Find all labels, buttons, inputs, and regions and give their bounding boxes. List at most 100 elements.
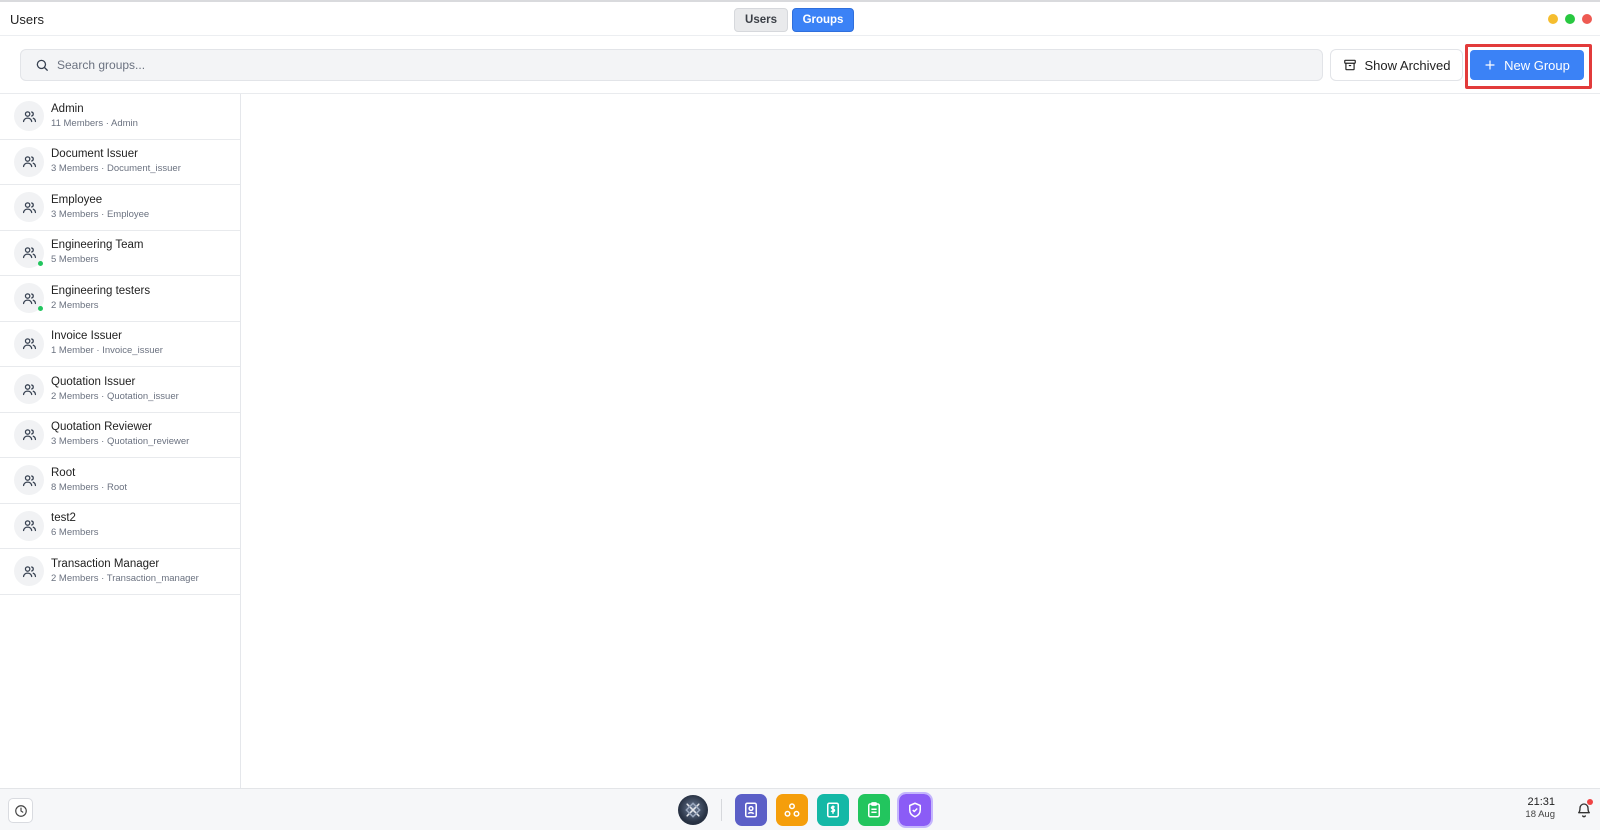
contacts-app-icon[interactable]: [735, 794, 767, 826]
search-icon: [36, 59, 48, 71]
taskbar: 21:31 18 Aug: [0, 788, 1600, 830]
clipboard-app-icon[interactable]: [858, 794, 890, 826]
tab-users[interactable]: Users: [734, 8, 788, 32]
group-name: Transaction Manager: [51, 557, 160, 570]
online-indicator: [38, 306, 43, 312]
dock: [678, 792, 933, 828]
group-list-item[interactable]: Document Issuer 3 Members · Document_issu…: [0, 140, 240, 185]
show-archived-button[interactable]: Show Archived: [1330, 49, 1463, 81]
users-icon: [22, 336, 37, 351]
clock[interactable]: 21:31 18 Aug: [1517, 796, 1555, 821]
maximize-button[interactable]: [1565, 14, 1575, 24]
users-icon: [22, 245, 37, 260]
group-list: Admin 11 Members · Admin Document Issuer 3 …: [0, 94, 241, 790]
group-name: Employee: [51, 193, 103, 206]
close-button[interactable]: [1582, 14, 1592, 24]
group-text: Engineering Team 5 Members: [51, 238, 144, 267]
dock-separator: [721, 799, 722, 821]
search-box[interactable]: [20, 49, 1323, 81]
network-app-icon[interactable]: [776, 794, 808, 826]
group-list-item[interactable]: Engineering Team 5 Members: [0, 231, 240, 276]
group-list-item[interactable]: Engineering testers 2 Members: [0, 276, 240, 322]
users-icon: [22, 564, 37, 579]
group-members: 2 Members · Transaction_manager: [51, 572, 199, 584]
group-avatar: [14, 237, 44, 268]
group-name: Admin: [51, 102, 84, 115]
notification-badge: [1587, 799, 1593, 805]
shield-app-icon[interactable]: [897, 792, 933, 828]
group-members: 3 Members · Document_issuer: [51, 163, 181, 175]
users-icon: [22, 109, 37, 124]
group-avatar: [14, 419, 44, 450]
users-icon: [22, 154, 37, 169]
group-text: Engineering testers 2 Members: [51, 284, 150, 313]
group-list-item[interactable]: Root 8 Members · Root: [0, 458, 240, 504]
users-icon: [22, 473, 37, 488]
group-text: Invoice Issuer 1 Member · Invoice_issuer: [51, 329, 163, 358]
users-icon: [22, 200, 37, 215]
group-members: 5 Members: [51, 254, 99, 266]
group-text: test2 6 Members: [51, 511, 99, 540]
search-input[interactable]: [57, 58, 1257, 72]
group-members: 3 Members · Employee: [51, 208, 150, 220]
group-list-item[interactable]: Employee 3 Members · Employee: [0, 185, 240, 231]
history-button[interactable]: [8, 798, 33, 823]
group-list-item[interactable]: Transaction Manager 2 Members · Transacti…: [0, 549, 240, 595]
show-archived-label: Show Archived: [1364, 57, 1451, 73]
dollar-app-icon[interactable]: [817, 794, 849, 826]
group-avatar: [14, 328, 44, 359]
app-title: Users: [10, 12, 44, 27]
group-name: Document Issuer: [51, 148, 138, 161]
users-icon: [22, 291, 37, 306]
system-logo-icon[interactable]: [678, 795, 708, 825]
group-text: Document Issuer 3 Members · Document_issu…: [51, 147, 181, 176]
group-list-item[interactable]: test2 6 Members: [0, 504, 240, 549]
group-members: 6 Members: [51, 527, 99, 539]
group-avatar: [14, 192, 44, 223]
group-name: test2: [51, 512, 76, 525]
minimize-button[interactable]: [1548, 14, 1558, 24]
group-avatar: [14, 283, 44, 314]
group-name: Invoice Issuer: [51, 330, 122, 343]
group-list-item[interactable]: Quotation Reviewer 3 Members · Quotation_…: [0, 413, 240, 458]
window-controls: [1548, 14, 1592, 24]
new-group-label: New Group: [1504, 57, 1570, 73]
group-list-item[interactable]: Admin 11 Members · Admin: [0, 94, 240, 140]
online-indicator: [38, 260, 43, 266]
group-text: Quotation Reviewer 3 Members · Quotation_…: [51, 420, 189, 449]
group-members: 3 Members · Quotation_reviewer: [51, 436, 190, 448]
time-label: 21:31: [1527, 796, 1555, 808]
group-name: Quotation Issuer: [51, 375, 136, 388]
group-text: Transaction Manager 2 Members · Transacti…: [51, 557, 199, 586]
group-avatar: [14, 374, 44, 405]
group-avatar: [14, 101, 44, 132]
group-text: Quotation Issuer 2 Members · Quotation_is…: [51, 375, 179, 404]
new-group-button[interactable]: New Group: [1470, 50, 1584, 80]
group-avatar: [14, 146, 44, 177]
group-name: Engineering Team: [51, 239, 144, 252]
group-members: 2 Members: [51, 299, 99, 311]
users-window: Users Users Groups Show Archived New Gro…: [0, 0, 1600, 790]
group-avatar: [14, 556, 44, 587]
title-bar: Users Users Groups: [0, 2, 1600, 36]
group-avatar: [14, 465, 44, 496]
clock-icon: [14, 804, 27, 817]
users-icon: [22, 382, 37, 397]
group-list-item[interactable]: Quotation Issuer 2 Members · Quotation_is…: [0, 367, 240, 413]
notifications-button[interactable]: [1573, 799, 1595, 821]
group-members: 2 Members · Quotation_issuer: [51, 390, 179, 402]
archive-icon: [1343, 59, 1356, 71]
group-text: Root 8 Members · Root: [51, 466, 127, 495]
users-icon: [22, 518, 37, 533]
group-list-item[interactable]: Invoice Issuer 1 Member · Invoice_issuer: [0, 322, 240, 367]
group-name: Quotation Reviewer: [51, 421, 152, 434]
plus-icon: [1485, 60, 1495, 70]
group-text: Admin 11 Members · Admin: [51, 102, 138, 131]
tab-groups[interactable]: Groups: [792, 8, 854, 32]
group-name: Root: [51, 466, 76, 479]
group-members: 1 Member · Invoice_issuer: [51, 345, 163, 357]
group-name: Engineering testers: [51, 284, 151, 297]
group-avatar: [14, 510, 44, 541]
users-icon: [22, 427, 37, 442]
date-label: 18 Aug: [1525, 809, 1555, 820]
